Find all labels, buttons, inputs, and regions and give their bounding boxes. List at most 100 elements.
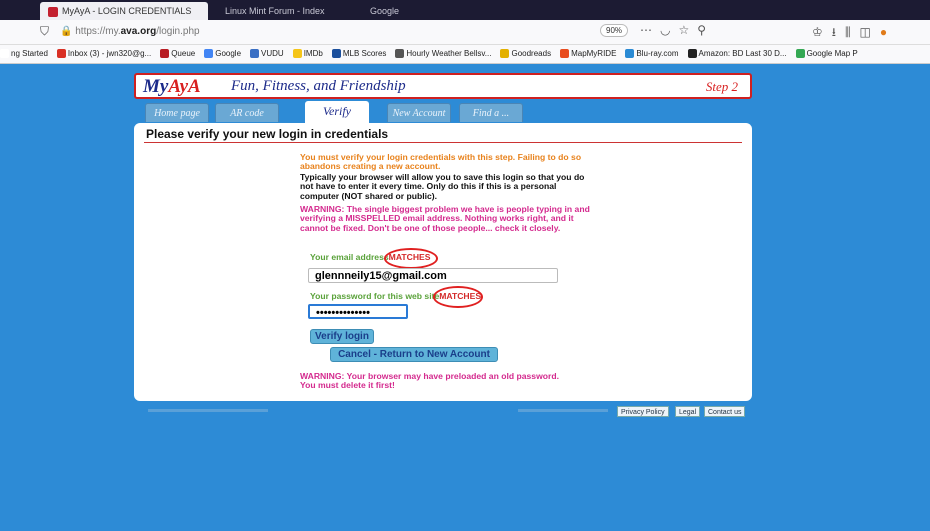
toolbar-right: ♔⭳⫼◫● <box>812 23 896 44</box>
site-tagline: Fun, Fitness, and Friendship <box>231 78 406 94</box>
title-divider <box>144 142 742 143</box>
bookmark-icon <box>560 49 570 59</box>
email-label-row: Your email addressMATCHES <box>310 252 610 262</box>
browser-toolbar: ⛉ 🔒 https://my.ava.org/login.php 90% ⋯◡☆… <box>0 20 930 45</box>
verify-login-button[interactable]: Verify login <box>310 329 374 344</box>
browser-tab-title: Google <box>370 6 400 16</box>
bookmark-icon <box>395 49 405 59</box>
legal-link[interactable]: Legal <box>675 406 701 417</box>
shield-icon[interactable]: ⛉ <box>40 24 49 39</box>
bookmark-label: Google <box>215 49 242 58</box>
sidebar-icon[interactable]: ◫ <box>860 25 880 39</box>
url-path: /login.php <box>156 26 200 37</box>
bookmark-item[interactable]: Inbox (3) - jwn320@g... <box>56 45 152 63</box>
notice-abandon: You must verify your login credentials w… <box>300 152 582 172</box>
cancel-return-button[interactable]: Cancel - Return to New Account <box>330 347 498 362</box>
bookmark-label: MLB Scores <box>342 49 387 58</box>
bookmark-icon <box>250 49 260 59</box>
search-icon[interactable]: ⚲ <box>697 23 714 37</box>
url-prefix: https://my. <box>75 26 121 37</box>
extension-icon[interactable]: ♔ <box>812 25 832 39</box>
password-field[interactable]: •••••••••••••• <box>308 304 408 319</box>
bookmark-item[interactable]: VUDU <box>250 45 284 63</box>
notice-save-login: Typically your browser will allow you to… <box>300 172 585 201</box>
bookmark-item[interactable]: MapMyRIDE <box>560 45 616 63</box>
step-indicator: Step 2 <box>705 79 738 94</box>
bookmark-label: Blu-ray.com <box>636 49 679 58</box>
zoom-level[interactable]: 90% <box>600 24 629 37</box>
contact-us-link[interactable]: Contact us <box>704 406 746 417</box>
bookmark-icon <box>160 49 170 59</box>
bookmark-item[interactable]: ng Started <box>0 45 48 63</box>
bookmark-label: ng Started <box>11 49 48 58</box>
bookmark-item[interactable]: Queue <box>160 45 195 63</box>
bookmark-label: Amazon: BD Last 30 D... <box>698 49 787 58</box>
lock-icon: 🔒 <box>60 26 73 37</box>
bookmark-star-icon[interactable]: ☆ <box>678 23 697 37</box>
site-favicon-icon <box>48 6 58 17</box>
bookmark-icon <box>0 49 9 59</box>
bookmark-label: Queue <box>171 49 196 58</box>
bookmark-item[interactable]: MLB Scores <box>331 45 387 63</box>
preload-warning-2: You must delete it first! <box>300 380 395 390</box>
site-footer: Privacy Policy Legal Contact us <box>140 406 752 420</box>
verify-card: Please verify your new login in credenti… <box>134 123 752 401</box>
bookmark-item[interactable]: Hourly Weather Bellsv... <box>395 45 491 63</box>
bookmark-icon <box>625 49 635 59</box>
browser-tab-active[interactable]: MyAyA - LOGIN CREDENTIALS <box>40 2 208 20</box>
bookmark-icon <box>500 49 510 59</box>
bookmark-item[interactable]: Google <box>204 45 241 63</box>
email-match-circle <box>384 248 438 269</box>
bookmark-icon <box>56 49 66 59</box>
bookmark-item[interactable]: IMDb <box>292 45 323 63</box>
library-icon[interactable]: ⫼ <box>845 25 860 39</box>
site-header: MyAyA Fun, Fitness, and Friendship Step … <box>134 73 752 99</box>
url-domain: ava.org <box>120 26 157 37</box>
bookmark-label: Hourly Weather Bellsv... <box>406 49 492 58</box>
tab-verify[interactable]: Verify <box>305 101 369 123</box>
bookmark-icon <box>687 49 697 59</box>
browser-tab-title: Linux Mint Forum - Index <box>225 6 325 16</box>
privacy-policy-link[interactable]: Privacy Policy <box>617 406 669 417</box>
download-icon[interactable]: ⭳ <box>832 25 845 39</box>
more-icon[interactable]: ⋯ <box>640 23 660 37</box>
bookmark-label: MapMyRIDE <box>571 49 617 58</box>
password-label: Your password for this web site <box>310 291 440 301</box>
logo-aya: AyA <box>168 76 201 97</box>
bookmark-label: Inbox (3) - jwn320@g... <box>67 49 152 58</box>
browser-tab-strip: MyAyA - LOGIN CREDENTIALS Linux Mint For… <box>0 0 930 20</box>
browser-tab-2[interactable]: Linux Mint Forum - Index <box>225 2 325 20</box>
bookmark-label: VUDU <box>261 49 284 58</box>
bookmark-item[interactable]: Amazon: BD Last 30 D... <box>687 45 787 63</box>
addon-icon[interactable]: ● <box>880 25 896 39</box>
footer-credit-bar <box>518 409 608 412</box>
page-title: Please verify your new login in credenti… <box>146 127 389 141</box>
bookmark-icon <box>331 49 341 59</box>
logo-my: My <box>143 76 169 97</box>
notice-warning: WARNING: The single biggest problem we h… <box>300 204 590 233</box>
footer-copyright-bar <box>148 409 268 412</box>
tab-home-page[interactable]: Home page <box>145 103 209 122</box>
email-label: Your email address <box>310 252 389 262</box>
browser-tab-3[interactable]: Google <box>370 2 399 20</box>
bookmark-icon <box>292 49 302 59</box>
bookmark-icon <box>204 49 214 59</box>
page-actions: ⋯◡☆⚲ <box>640 23 714 37</box>
pocket-icon[interactable]: ◡ <box>660 23 678 37</box>
bookmark-label: Google Map P <box>806 49 858 58</box>
bookmark-item[interactable]: Google Map P <box>795 45 858 63</box>
bookmarks-bar: ng Started Inbox (3) - jwn320@g... Queue Go… <box>0 45 930 64</box>
email-field[interactable]: glennneily15@gmail.com <box>308 268 558 283</box>
bookmark-item[interactable]: Goodreads <box>500 45 551 63</box>
bookmark-icon <box>795 49 805 59</box>
bookmark-label: IMDb <box>303 49 323 58</box>
tab-ar-code[interactable]: AR code <box>215 103 279 122</box>
bookmark-item[interactable]: Blu-ray.com <box>625 45 679 63</box>
site-logo[interactable]: MyAyA <box>143 76 201 98</box>
address-bar[interactable]: 🔒 https://my.ava.org/login.php <box>60 23 600 41</box>
tab-new-account[interactable]: New Account <box>387 103 451 122</box>
tab-find[interactable]: Find a ... <box>459 103 523 122</box>
browser-tab-title: MyAyA - LOGIN CREDENTIALS <box>62 6 192 16</box>
password-match-circle <box>433 286 483 308</box>
bookmark-label: Goodreads <box>511 49 552 58</box>
